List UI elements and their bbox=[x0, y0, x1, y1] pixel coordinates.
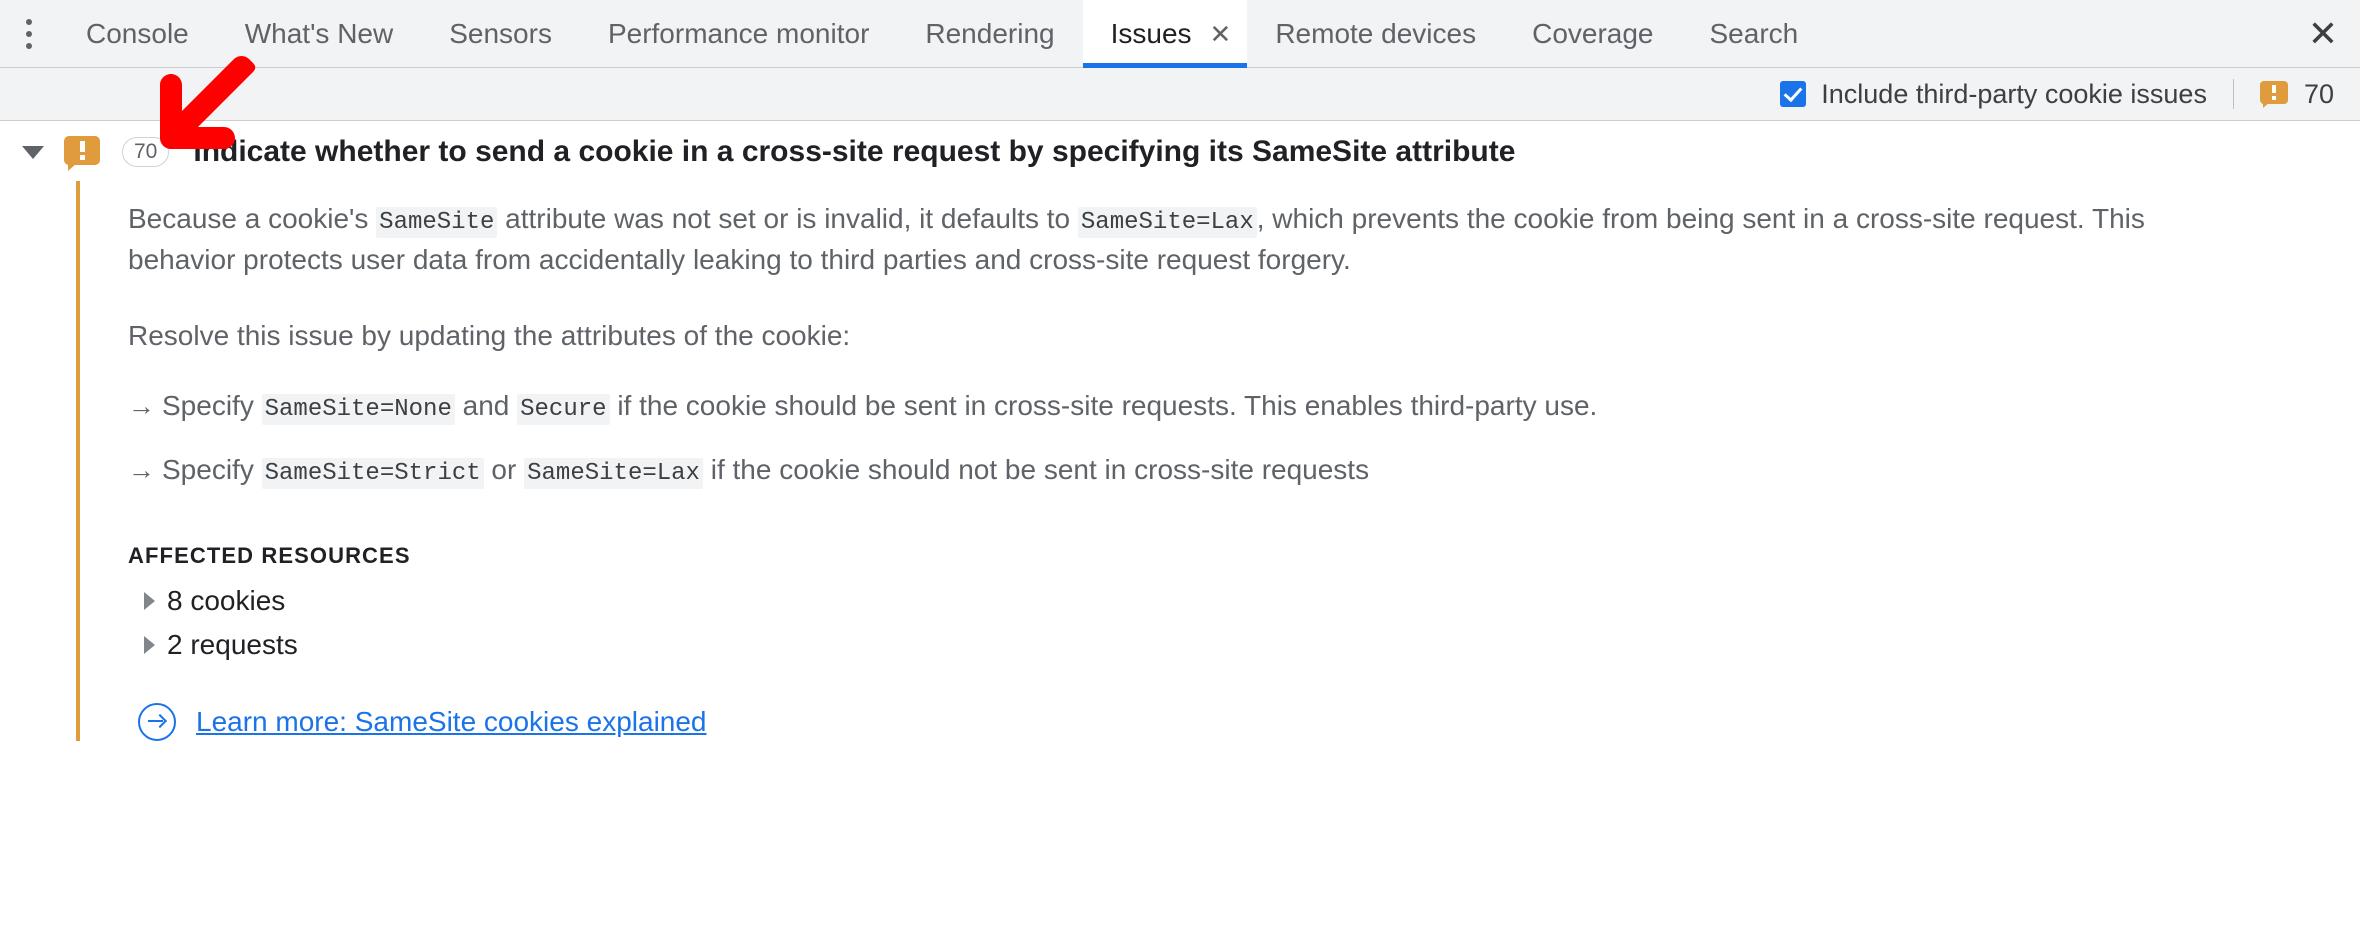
issue-count-badge: 70 bbox=[122, 137, 170, 167]
toolbar-divider bbox=[2232, 79, 2234, 109]
tab-label: Performance monitor bbox=[607, 17, 870, 49]
text-fragment: Because a cookie's bbox=[128, 203, 377, 234]
chevron-right-icon[interactable] bbox=[144, 635, 155, 654]
learn-more-row[interactable]: Learn more: SameSite cookies explained bbox=[128, 702, 2360, 741]
code-samesite-lax: SameSite=Lax bbox=[524, 458, 703, 490]
tab-console[interactable]: Console bbox=[58, 0, 217, 67]
code-samesite: SameSite bbox=[376, 207, 498, 238]
devtools-tab-bar: Console What's New Sensors Performance m… bbox=[0, 0, 2360, 68]
affected-resource-requests[interactable]: 2 requests bbox=[128, 629, 2360, 661]
tab-bar-spacer bbox=[1826, 0, 2286, 67]
code-samesite-none: SameSite=None bbox=[261, 393, 455, 425]
chevron-right-icon[interactable] bbox=[144, 591, 155, 610]
code-secure: Secure bbox=[517, 393, 610, 425]
tab-rendering[interactable]: Rendering bbox=[897, 0, 1082, 67]
issue-description-paragraph: Because a cookie's SameSite attribute wa… bbox=[128, 199, 2218, 280]
bullet-text: Specify SameSite=None and Secure if the … bbox=[162, 386, 1597, 427]
code-samesite-strict: SameSite=Strict bbox=[261, 458, 484, 490]
tab-label: What's New bbox=[244, 17, 394, 49]
checkbox-checked-icon[interactable] bbox=[1780, 81, 1807, 107]
warning-icon bbox=[2259, 81, 2288, 108]
tab-coverage[interactable]: Coverage bbox=[1504, 0, 1681, 67]
tab-label: Remote devices bbox=[1275, 17, 1477, 49]
bullet-text: Specify SameSite=Strict or SameSite=Lax … bbox=[162, 450, 1369, 491]
tab-issues[interactable]: Issues ✕ bbox=[1082, 0, 1248, 68]
warning-icon bbox=[64, 135, 100, 171]
tab-label: Coverage bbox=[1532, 17, 1654, 49]
close-drawer-button[interactable]: ✕ bbox=[2286, 0, 2360, 67]
tab-label: Search bbox=[1709, 17, 1799, 49]
affected-resource-cookies[interactable]: 8 cookies bbox=[128, 585, 2360, 617]
tab-label: Rendering bbox=[925, 17, 1055, 49]
text-fragment: attribute was not set or is invalid, it … bbox=[497, 203, 1078, 234]
tab-sensors[interactable]: Sensors bbox=[421, 0, 580, 67]
tab-label: Sensors bbox=[449, 17, 552, 49]
resolution-bullet: → Specify SameSite=Strict or SameSite=La… bbox=[128, 450, 2360, 491]
include-third-party-cookie-issues-checkbox[interactable]: Include third-party cookie issues bbox=[1780, 79, 2207, 110]
issue-title: Indicate whether to send a cookie in a c… bbox=[193, 135, 1516, 168]
arrow-right-icon: → bbox=[128, 390, 155, 421]
code-samesite-lax: SameSite=Lax bbox=[1077, 207, 1257, 238]
tab-whats-new[interactable]: What's New bbox=[217, 0, 422, 67]
checkbox-label: Include third-party cookie issues bbox=[1821, 78, 2207, 109]
tab-remote-devices[interactable]: Remote devices bbox=[1247, 0, 1504, 67]
tab-label: Issues bbox=[1110, 17, 1192, 49]
text-fragment: if the cookie should be sent in cross-si… bbox=[609, 389, 1598, 421]
circle-arrow-right-icon bbox=[138, 702, 176, 741]
issue-header[interactable]: 70 Indicate whether to send a cookie in … bbox=[0, 121, 2360, 181]
issue-resolution-intro: Resolve this issue by updating the attri… bbox=[128, 319, 851, 351]
arrow-right-icon: → bbox=[128, 455, 155, 486]
resource-label: 8 cookies bbox=[167, 584, 286, 616]
issue-count-value: 70 bbox=[2303, 78, 2334, 109]
issue-entry: 70 Indicate whether to send a cookie in … bbox=[0, 121, 2360, 741]
text-fragment: Specify bbox=[162, 454, 262, 486]
close-icon[interactable]: ✕ bbox=[1210, 21, 1232, 47]
tab-label: Console bbox=[86, 17, 189, 49]
issues-toolbar: Include third-party cookie issues 70 bbox=[0, 68, 2360, 121]
tab-search[interactable]: Search bbox=[1682, 0, 1827, 67]
affected-resources-label: AFFECTED RESOURCES bbox=[128, 542, 411, 568]
more-tabs-button[interactable] bbox=[0, 0, 58, 67]
tab-performance-monitor[interactable]: Performance monitor bbox=[580, 0, 897, 67]
text-fragment: or bbox=[483, 454, 525, 486]
text-fragment: and bbox=[454, 389, 518, 421]
issue-count-summary: 70 bbox=[2259, 78, 2334, 110]
issue-body: Because a cookie's SameSite attribute wa… bbox=[76, 181, 2360, 741]
text-fragment: if the cookie should not be sent in cros… bbox=[702, 454, 1370, 486]
text-fragment: Specify bbox=[162, 389, 262, 421]
resource-label: 2 requests bbox=[167, 628, 298, 660]
chevron-down-icon[interactable] bbox=[22, 145, 44, 159]
kebab-menu-icon bbox=[26, 17, 32, 51]
learn-more-link[interactable]: Learn more: SameSite cookies explained bbox=[196, 706, 707, 738]
close-icon: ✕ bbox=[2307, 12, 2339, 54]
resolution-bullet: → Specify SameSite=None and Secure if th… bbox=[128, 386, 2360, 427]
